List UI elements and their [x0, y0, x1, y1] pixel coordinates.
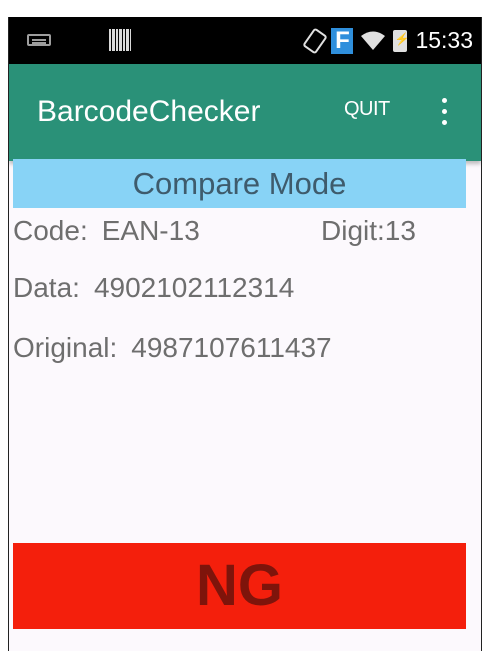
result-banner: NG: [13, 543, 466, 629]
overflow-menu-icon[interactable]: [442, 98, 448, 128]
digit-row: Digit:13: [321, 215, 416, 247]
wifi-icon: [361, 31, 386, 50]
digit-label: Digit:: [321, 215, 385, 246]
f-app-icon: F: [331, 27, 354, 54]
data-row: Data: 4902102112314: [13, 272, 294, 304]
digit-value: 13: [384, 215, 416, 246]
status-time: 15:33: [415, 27, 473, 53]
code-row: Code: EAN-13: [13, 215, 200, 247]
keyboard-icon: [27, 34, 51, 46]
app-toolbar: BarcodeChecker QUIT: [9, 64, 481, 161]
battery-charging-icon: [393, 29, 409, 52]
app-title: BarcodeChecker: [37, 95, 261, 128]
original-value: 4987107611437: [131, 332, 332, 363]
compare-mode-banner: Compare Mode: [13, 159, 466, 208]
code-value: EAN-13: [101, 215, 200, 246]
screen-rotation-icon: [302, 26, 329, 55]
status-bar: F 15:33: [9, 17, 481, 64]
quit-button[interactable]: QUIT: [344, 98, 390, 121]
code-label: Code:: [13, 215, 88, 246]
original-label: Original:: [13, 332, 118, 363]
original-row: Original: 4987107611437: [13, 332, 332, 364]
data-label: Data:: [13, 272, 80, 303]
barcode-icon: [109, 29, 131, 51]
data-value: 4902102112314: [93, 272, 295, 303]
